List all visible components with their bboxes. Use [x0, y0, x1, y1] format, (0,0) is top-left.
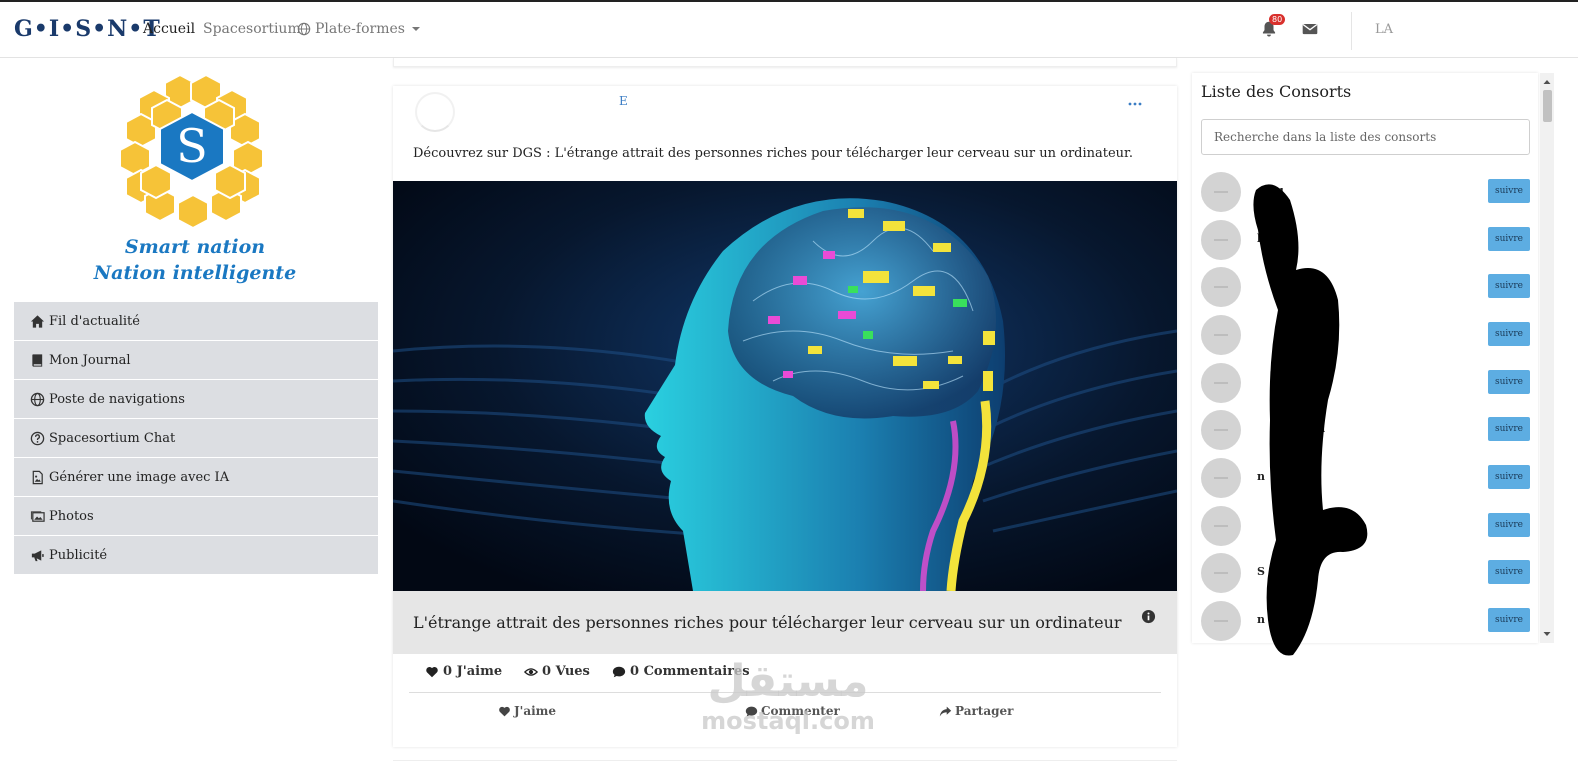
sidebar-item-photos[interactable]: Photos [14, 497, 378, 536]
logo-letter: S [176, 119, 208, 173]
next-post-card [393, 760, 1177, 772]
avatar[interactable] [1201, 220, 1241, 260]
sidebar-menu: Fil d'actualité Mon Journal Poste de nav… [14, 302, 378, 575]
follow-button[interactable]: suivre [1488, 322, 1530, 346]
avatar[interactable] [1201, 363, 1241, 403]
info-icon[interactable] [1141, 609, 1156, 624]
sidebar-item-publicite[interactable]: Publicité [14, 536, 378, 575]
envelope-icon[interactable] [1301, 20, 1319, 38]
scroll-down-arrow-icon[interactable] [1543, 630, 1551, 638]
redaction-mark [1253, 184, 1368, 656]
book-icon [32, 353, 43, 367]
top-navbar: G•I•S•N•T Accueil Spacesortium Plate-for… [0, 0, 1578, 58]
sidebar-item-label: Fil d'actualité [49, 313, 140, 329]
follow-button[interactable]: suivre [1488, 465, 1530, 489]
share-button-label: Partager [955, 704, 1014, 718]
consorts-scrollbar[interactable] [1540, 73, 1554, 643]
globe-icon [30, 392, 45, 406]
watermark: مستقل mostaql.com [688, 656, 888, 734]
avatar[interactable] [1201, 410, 1241, 450]
globe-icon [297, 22, 311, 36]
follow-button[interactable]: suivre [1488, 370, 1530, 394]
bullhorn-icon [31, 549, 44, 561]
post-card: E Découvrez sur DGS : L'étrange attrait … [393, 86, 1177, 747]
sidebar-item-label: Publicité [49, 547, 108, 563]
sidebar-item-label: Spacesortium Chat [49, 430, 176, 446]
sidebar-item-spacesortium-chat[interactable]: Spacesortium Chat [14, 419, 378, 458]
nav-dropdown-label: Plate-formes [315, 21, 405, 37]
consorts-search-input[interactable] [1201, 119, 1530, 155]
follow-button[interactable]: suivre [1488, 513, 1530, 537]
consorts-panel-title: Liste des Consorts [1201, 82, 1352, 101]
avatar[interactable] [1201, 506, 1241, 546]
avatar[interactable] [1201, 458, 1241, 498]
file-image-icon [32, 470, 43, 484]
follow-button[interactable]: suivre [1488, 608, 1530, 632]
comment-icon [612, 666, 626, 677]
slogan-line-2: Nation intelligente [93, 262, 297, 284]
follow-button[interactable]: suivre [1488, 560, 1530, 584]
nav-divider [1351, 12, 1352, 50]
home-icon [30, 314, 45, 328]
caret-down-icon [411, 27, 420, 31]
follow-button[interactable]: suivre [1488, 274, 1530, 298]
scroll-up-arrow-icon[interactable] [1543, 78, 1551, 86]
likes-count-label: 0 J'aime [443, 664, 503, 679]
share-button[interactable]: Partager [939, 704, 1013, 718]
more-options-icon[interactable] [1127, 100, 1143, 108]
post-author-avatar[interactable] [415, 92, 455, 132]
avatar[interactable] [1201, 315, 1241, 355]
site-logo: S [110, 70, 270, 230]
previous-post-card [393, 58, 1177, 67]
post-image-brain[interactable] [393, 181, 1177, 591]
sidebar-item-generer-image-ia[interactable]: Générer une image avec IA [14, 458, 378, 497]
watermark-arabic: مستقل [707, 656, 869, 707]
likes-count: 0 J'aime [425, 664, 502, 679]
notification-badge: 80 [1269, 14, 1286, 25]
share-icon [939, 706, 952, 716]
avatar[interactable] [1201, 267, 1241, 307]
sidebar-item-label: Photos [49, 508, 94, 524]
honeycomb-logo-graphic: S [119, 73, 264, 230]
images-icon [30, 510, 45, 522]
avatar[interactable] [1201, 553, 1241, 593]
sidebar-item-fil-actualite[interactable]: Fil d'actualité [14, 302, 378, 341]
views-count: 0 Vues [524, 664, 590, 679]
follow-button[interactable]: suivre [1488, 417, 1530, 441]
like-button-label: J'aime [514, 704, 557, 718]
sidebar-item-label: Mon Journal [49, 352, 131, 368]
like-button[interactable]: J'aime [498, 704, 556, 718]
question-circle-icon [30, 431, 45, 445]
nav-link-spacesortium[interactable]: Spacesortium [203, 21, 301, 37]
brand-logo[interactable]: G•I•S•N•T [14, 16, 161, 42]
post-text: Découvrez sur DGS : L'étrange attrait de… [413, 146, 1133, 161]
link-preview-title[interactable]: L'étrange attrait des personnes riches p… [393, 591, 1177, 654]
heart-icon [426, 666, 438, 677]
avatar[interactable] [1201, 172, 1241, 212]
post-author-name[interactable]: E [619, 94, 628, 108]
sidebar-item-mon-journal[interactable]: Mon Journal [14, 341, 378, 380]
sidebar-item-label: Poste de navigations [49, 391, 185, 407]
slogan-line-1: Smart nation [124, 236, 266, 258]
heart-icon [499, 706, 510, 716]
follow-button[interactable]: suivre [1488, 227, 1530, 251]
nav-dropdown-plateformes[interactable]: Plate-formes [297, 21, 421, 37]
avatar[interactable] [1201, 601, 1241, 641]
views-count-label: 0 Vues [542, 664, 590, 679]
sidebar-item-label: Générer une image avec IA [49, 469, 230, 485]
follow-button[interactable]: suivre [1488, 179, 1530, 203]
eye-icon [524, 667, 538, 676]
user-menu[interactable]: LA [1375, 22, 1393, 37]
nav-link-accueil[interactable]: Accueil [143, 21, 195, 37]
scrollbar-thumb[interactable] [1543, 90, 1552, 122]
sidebar-item-poste-navigations[interactable]: Poste de navigations [14, 380, 378, 419]
watermark-latin: mostaql.com [701, 707, 875, 735]
